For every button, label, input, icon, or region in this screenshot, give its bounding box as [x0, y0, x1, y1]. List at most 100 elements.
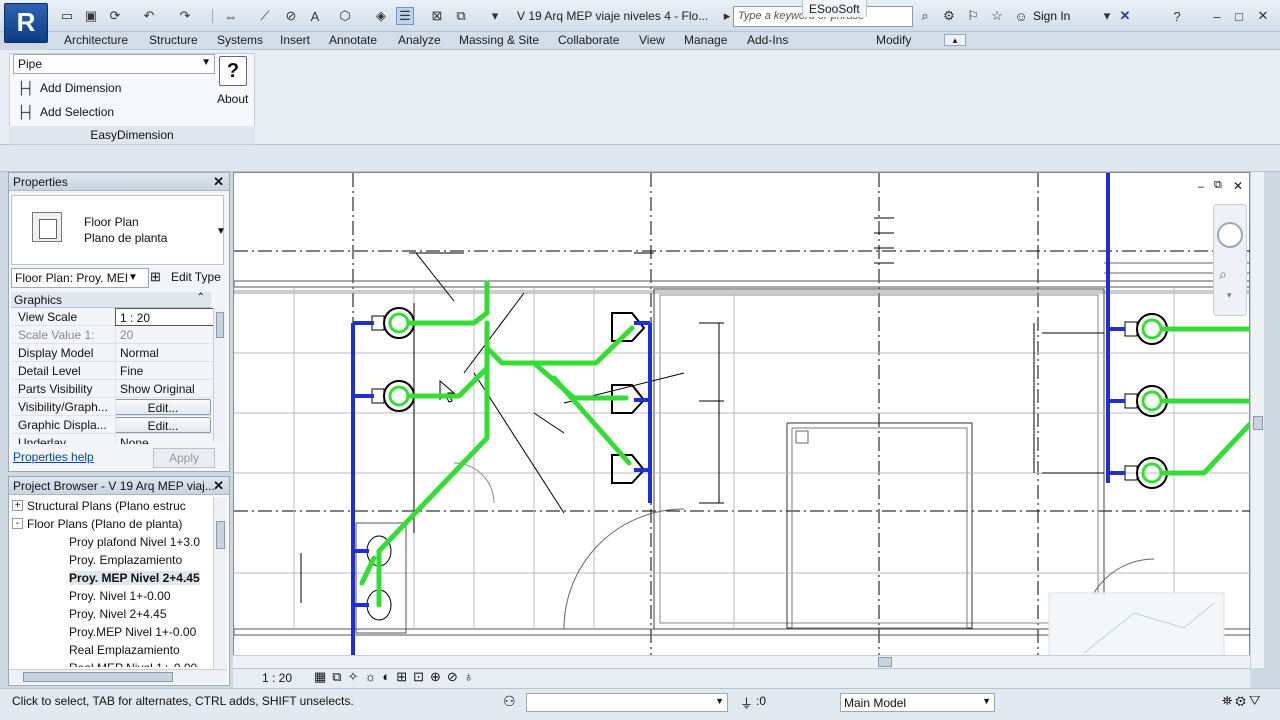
- tab-annotate[interactable]: Annotate: [329, 33, 377, 47]
- tree-item[interactable]: Proy plafond Nivel 1+3.0: [69, 535, 200, 549]
- property-value[interactable]: 20: [115, 326, 217, 344]
- hscroll-thumb[interactable]: [23, 672, 173, 682]
- property-row[interactable]: Parts Visibility Show Original: [11, 380, 217, 398]
- tree-item[interactable]: Proy. MEP Nivel 2+4.45: [69, 571, 200, 585]
- drawing-canvas[interactable]: [233, 172, 1254, 670]
- property-value[interactable]: None: [115, 434, 217, 444]
- view-close-icon[interactable]: ✕: [1233, 179, 1243, 193]
- graphics-section-header[interactable]: Graphics ⌃: [11, 292, 211, 308]
- property-row[interactable]: Graphic Displa... Edit...: [11, 416, 217, 434]
- tree-item[interactable]: Proy. Nivel 2+4.45: [69, 607, 167, 621]
- property-row[interactable]: Display Model Normal: [11, 344, 217, 362]
- property-row[interactable]: Visibility/Graph... Edit...: [11, 398, 217, 416]
- expand-icon[interactable]: +: [12, 500, 23, 511]
- tab-view[interactable]: View: [639, 33, 665, 47]
- filter-icon[interactable]: ⏚: [740, 693, 753, 712]
- favorites-star-icon[interactable]: ☆: [988, 7, 1006, 25]
- save-icon[interactable]: ▣: [82, 7, 100, 25]
- thin-lines-icon[interactable]: ☰: [396, 7, 414, 25]
- switch-windows-icon[interactable]: ⧉: [452, 7, 470, 25]
- tree-item[interactable]: Real Emplazamiento: [69, 643, 180, 657]
- communication-icon[interactable]: ⚐: [964, 7, 982, 25]
- chevron-down-icon[interactable]: ▼: [216, 226, 226, 237]
- about-button[interactable]: About: [217, 92, 248, 106]
- design-option-select[interactable]: Main Model ▼: [840, 693, 995, 712]
- 3d-view-icon[interactable]: ⬡: [336, 7, 354, 25]
- property-row[interactable]: Scale Value 1: 20: [11, 326, 217, 344]
- help-icon[interactable]: ?: [1168, 7, 1186, 25]
- selection-options-icons[interactable]: ⛯⚙▽: [1222, 693, 1264, 709]
- chevron-down-icon[interactable]: ▾: [1227, 290, 1232, 301]
- dropdown-icon[interactable]: ▾: [1098, 7, 1116, 25]
- vscroll-thumb[interactable]: [1253, 416, 1263, 430]
- tree-item[interactable]: Floor Plans (Plano de planta): [27, 517, 182, 531]
- redo-icon[interactable]: ↷: [176, 7, 194, 25]
- property-value[interactable]: Show Original: [115, 380, 217, 398]
- tag-icon[interactable]: ⊘: [282, 7, 300, 25]
- apply-button[interactable]: Apply: [153, 448, 215, 468]
- tab-insert[interactable]: Insert: [280, 33, 310, 47]
- binoculars-icon[interactable]: ⌕: [916, 7, 934, 25]
- browser-scrollbar[interactable]: [213, 497, 227, 669]
- view-control-icons[interactable]: ▦⧉✧☼◐⊞⊡⊕⊘♁: [314, 669, 480, 685]
- view-restore-icon[interactable]: ⧉: [1214, 179, 1222, 192]
- view-scale[interactable]: 1 : 20: [262, 671, 292, 685]
- collapse-icon[interactable]: -: [12, 518, 23, 529]
- measure-icon[interactable]: ⇔: [222, 7, 240, 25]
- property-value[interactable]: 1 : 20: [115, 308, 217, 326]
- tree-item[interactable]: Real MEP Nivel 1+-0.00: [69, 661, 197, 667]
- tab-analyze[interactable]: Analyze: [398, 33, 441, 47]
- close-hidden-icon[interactable]: ⊠: [428, 7, 446, 25]
- exchange-x-icon[interactable]: ✕: [1116, 7, 1134, 25]
- view-minimize-icon[interactable]: –: [1198, 181, 1204, 193]
- worksets-icon[interactable]: ⚇: [503, 693, 516, 710]
- steering-wheel-icon[interactable]: [1217, 222, 1243, 248]
- hscroll-thumb[interactable]: [878, 657, 892, 667]
- category-select[interactable]: Pipe ▼: [13, 54, 215, 74]
- sync-icon[interactable]: ⟳: [106, 7, 124, 25]
- application-menu-button[interactable]: R: [4, 3, 48, 43]
- tree-item[interactable]: Proy.MEP Nivel 1+-0.00: [69, 625, 196, 639]
- properties-help-link[interactable]: Properties help: [13, 450, 94, 464]
- close-icon[interactable]: ✕: [213, 174, 224, 190]
- canvas-hscrollbar[interactable]: [233, 655, 1250, 668]
- browser-hscrollbar[interactable]: [9, 669, 227, 684]
- subscription-icon[interactable]: ⚙: [940, 7, 958, 25]
- open-icon[interactable]: ▭: [58, 7, 76, 25]
- edit-type-button[interactable]: Edit Type: [171, 270, 221, 284]
- property-row[interactable]: Underlay None: [11, 434, 217, 444]
- tab-systems[interactable]: Systems: [217, 33, 263, 47]
- property-row[interactable]: Detail Level Fine: [11, 362, 217, 380]
- tab-manage[interactable]: Manage: [684, 33, 727, 47]
- tab-massing-site[interactable]: Massing & Site: [459, 33, 539, 47]
- property-value[interactable]: Edit...: [115, 417, 211, 433]
- section-icon[interactable]: ◈: [372, 7, 390, 25]
- minimize-icon[interactable]: –: [1208, 7, 1226, 25]
- property-value[interactable]: Edit...: [115, 399, 211, 415]
- close-icon[interactable]: ✕: [1254, 7, 1272, 25]
- zoom-icon[interactable]: ⌕: [1219, 266, 1227, 283]
- tab-esoosoft[interactable]: ESooSoft: [802, 0, 867, 17]
- property-row[interactable]: View Scale 1 : 20: [11, 308, 217, 326]
- customize-dropdown-icon[interactable]: ▾: [486, 7, 504, 25]
- sign-in-link[interactable]: Sign In: [1033, 9, 1070, 23]
- scroll-thumb[interactable]: [216, 312, 224, 338]
- scroll-thumb[interactable]: [216, 521, 225, 549]
- canvas-vscrollbar[interactable]: [1250, 172, 1264, 668]
- chevron-down-icon[interactable]: ▼: [128, 272, 138, 283]
- user-icon[interactable]: ☺: [1012, 7, 1030, 25]
- property-value[interactable]: Normal: [115, 344, 217, 362]
- property-value[interactable]: Fine: [115, 362, 217, 380]
- tab-architecture[interactable]: Architecture: [64, 33, 128, 47]
- text-icon[interactable]: A: [306, 7, 324, 25]
- about-help-icon[interactable]: ?: [219, 56, 247, 86]
- floor-plan-drawing[interactable]: [233, 173, 1254, 670]
- add-dimension-button[interactable]: ├┤ Add Dimension: [17, 81, 121, 95]
- undo-icon[interactable]: ↶: [140, 7, 158, 25]
- tree-item[interactable]: Structural Plans (Plano estruc: [27, 499, 186, 513]
- restore-icon[interactable]: □: [1230, 7, 1248, 25]
- close-icon[interactable]: ✕: [213, 478, 224, 494]
- properties-scrollbar[interactable]: [213, 308, 226, 442]
- dimension-icon[interactable]: ⟋: [256, 7, 274, 25]
- edit-type-icon[interactable]: ⊞: [150, 269, 161, 285]
